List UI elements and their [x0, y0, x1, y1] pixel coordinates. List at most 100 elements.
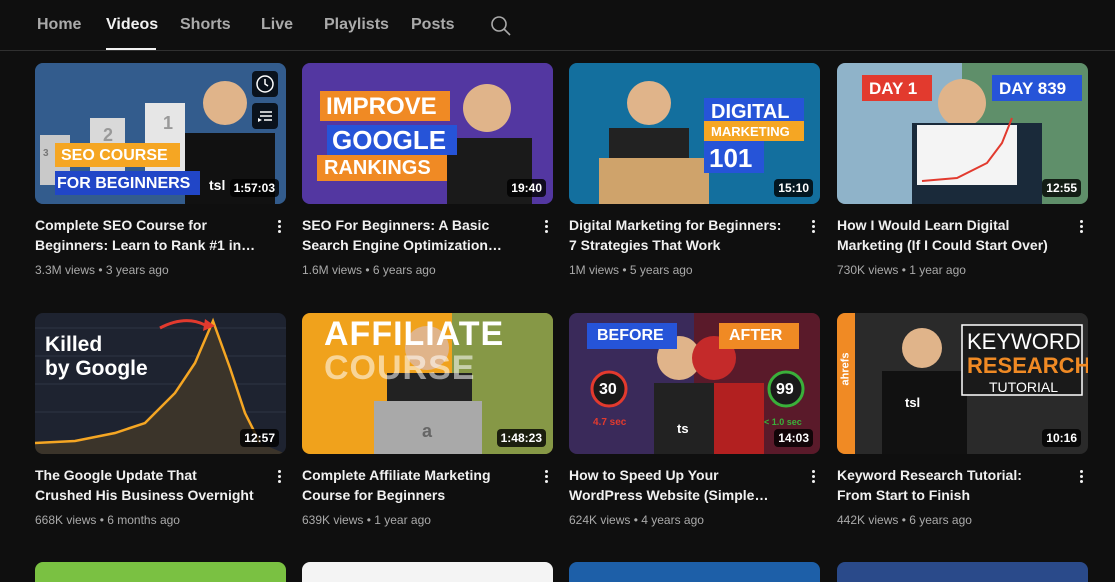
- tab-videos[interactable]: Videos: [106, 16, 158, 34]
- thumb-text: GOOGLE: [332, 125, 447, 155]
- video-thumbnail[interactable]: IMPROVE GOOGLE RANKINGS 19:40: [302, 63, 553, 204]
- video-title[interactable]: Complete Affiliate Marketing Course for …: [302, 465, 524, 505]
- upload-age: 1 year ago: [909, 263, 966, 277]
- video-meta: 624K views • 4 years ago: [569, 513, 704, 527]
- more-options-button[interactable]: [272, 468, 286, 488]
- video-card[interactable]: BEFORE AFTER 30 4.7 sec 99 < 1.0 sec ts …: [569, 313, 820, 543]
- upload-age: 1 year ago: [374, 513, 431, 527]
- video-title[interactable]: Digital Marketing for Beginners: 7 Strat…: [569, 215, 791, 255]
- thumb-text: RANKINGS: [324, 157, 431, 179]
- video-duration: 1:57:03: [229, 179, 279, 197]
- tab-shorts[interactable]: Shorts: [180, 16, 231, 34]
- view-count: 668K views: [35, 513, 97, 527]
- thumb-text: 99: [776, 381, 794, 398]
- thumb-text: TUTORIAL: [989, 379, 1058, 395]
- video-card[interactable]: Killed by Google 12:57 The Google Update…: [35, 313, 286, 543]
- video-thumbnail[interactable]: 3 2 1 SEO COURSE FOR BEGINNERS tsl 1:57:…: [35, 63, 286, 204]
- video-thumbnail[interactable]: [302, 562, 553, 582]
- video-card[interactable]: 3 2 1 SEO COURSE FOR BEGINNERS tsl 1:57:…: [35, 63, 286, 293]
- upload-age: 6 months ago: [107, 513, 180, 527]
- thumb-text: AFTER: [729, 327, 783, 344]
- thumb-text: DAY 1: [869, 79, 918, 98]
- video-thumbnail[interactable]: ahrefs KEYWORD RESEARCH TUTORIAL tsl 10:…: [837, 313, 1088, 454]
- thumb-text: Killed: [45, 333, 103, 356]
- video-thumbnail[interactable]: BEFORE AFTER 30 4.7 sec 99 < 1.0 sec ts …: [569, 313, 820, 454]
- video-duration: 10:16: [1042, 429, 1081, 447]
- tab-posts[interactable]: Posts: [411, 16, 455, 34]
- tab-live[interactable]: Live: [261, 16, 293, 34]
- more-options-button[interactable]: [539, 468, 553, 488]
- thumb-text: IMPROVE: [326, 93, 437, 120]
- video-title[interactable]: How to Speed Up Your WordPress Website (…: [569, 465, 791, 505]
- thumb-text: 3: [43, 148, 49, 159]
- view-count: 1.6M views: [302, 263, 363, 277]
- clock-icon[interactable]: [252, 71, 278, 97]
- view-count: 3.3M views: [35, 263, 96, 277]
- video-title[interactable]: How I Would Learn Digital Marketing (If …: [837, 215, 1059, 255]
- video-card[interactable]: ahrefs KEYWORD RESEARCH TUTORIAL tsl 10:…: [837, 313, 1088, 543]
- tab-home[interactable]: Home: [37, 16, 81, 34]
- video-card[interactable]: DIGITAL MARKETING 101 15:10 Digital Mark…: [569, 63, 820, 293]
- video-card[interactable]: IMPROVE GOOGLE RANKINGS 19:40 SEO For Be…: [302, 63, 553, 293]
- thumb-text: ts: [677, 421, 689, 436]
- thumb-text: 30: [599, 381, 617, 398]
- thumb-text: RESEARCH: [967, 353, 1088, 378]
- active-tab-indicator: [106, 48, 156, 50]
- upload-age: 3 years ago: [105, 263, 169, 277]
- thumb-text: SEO COURSE: [61, 147, 168, 164]
- thumb-text: < 1.0 sec: [764, 417, 802, 427]
- video-title[interactable]: Complete SEO Course for Beginners: Learn…: [35, 215, 257, 255]
- video-card[interactable]: DAY 1 DAY 839 12:55 How I Would Learn Di…: [837, 63, 1088, 293]
- thumb-text: COURSE: [324, 349, 476, 387]
- video-duration: 14:03: [774, 429, 813, 447]
- video-meta: 442K views • 6 years ago: [837, 513, 972, 527]
- thumb-text: KEYWORD: [967, 329, 1081, 354]
- thumb-text: by Google: [45, 357, 148, 380]
- upload-age: 4 years ago: [641, 513, 704, 527]
- more-options-button[interactable]: [806, 468, 820, 488]
- video-title[interactable]: SEO For Beginners: A Basic Search Engine…: [302, 215, 524, 255]
- thumb-text: 2: [103, 125, 114, 145]
- search-icon[interactable]: [490, 15, 512, 37]
- queue-icon[interactable]: [252, 103, 278, 129]
- upload-age: 6 years ago: [909, 513, 972, 527]
- thumb-text: tsl: [905, 395, 921, 410]
- video-meta: 3.3M views • 3 years ago: [35, 263, 169, 277]
- thumb-text: a: [422, 421, 433, 441]
- view-count: 1M views: [569, 263, 620, 277]
- video-thumbnail[interactable]: AFFILIATE COURSE a 1:48:23: [302, 313, 553, 454]
- view-count: 730K views: [837, 263, 899, 277]
- video-thumbnail[interactable]: DIGITAL MARKETING 101 15:10: [569, 63, 820, 204]
- video-duration: 19:40: [507, 179, 546, 197]
- video-thumbnail[interactable]: DAY 1 DAY 839 12:55: [837, 63, 1088, 204]
- video-thumbnail[interactable]: [35, 562, 286, 582]
- thumb-text: FOR BEGINNERS: [57, 175, 191, 192]
- thumb-text: DAY 839: [999, 79, 1067, 98]
- video-thumbnail[interactable]: [837, 562, 1088, 582]
- video-title[interactable]: The Google Update That Crushed His Busin…: [35, 465, 257, 505]
- view-count: 442K views: [837, 513, 899, 527]
- upload-age: 6 years ago: [372, 263, 436, 277]
- thumb-text: tsl: [209, 177, 226, 193]
- channel-tabs: Home Videos Shorts Live Playlists Posts: [0, 0, 1115, 51]
- video-title[interactable]: Keyword Research Tutorial: From Start to…: [837, 465, 1059, 505]
- video-meta: 730K views • 1 year ago: [837, 263, 966, 277]
- video-duration: 12:57: [240, 429, 279, 447]
- video-meta: 1.6M views • 6 years ago: [302, 263, 436, 277]
- video-thumbnail[interactable]: [569, 562, 820, 582]
- more-options-button[interactable]: [1074, 218, 1088, 238]
- more-options-button[interactable]: [272, 218, 286, 238]
- tab-playlists[interactable]: Playlists: [324, 16, 389, 34]
- thumb-text: DIGITAL: [711, 101, 790, 123]
- video-meta: 668K views • 6 months ago: [35, 513, 180, 527]
- thumb-text: ahrefs: [839, 352, 852, 386]
- view-count: 639K views: [302, 513, 364, 527]
- more-options-button[interactable]: [539, 218, 553, 238]
- video-duration: 12:55: [1042, 179, 1081, 197]
- thumb-text: 4.7 sec: [593, 417, 627, 428]
- video-thumbnail[interactable]: Killed by Google 12:57: [35, 313, 286, 454]
- more-options-button[interactable]: [806, 218, 820, 238]
- more-options-button[interactable]: [1074, 468, 1088, 488]
- video-card[interactable]: AFFILIATE COURSE a 1:48:23 Complete Affi…: [302, 313, 553, 543]
- thumb-text: BEFORE: [597, 327, 664, 344]
